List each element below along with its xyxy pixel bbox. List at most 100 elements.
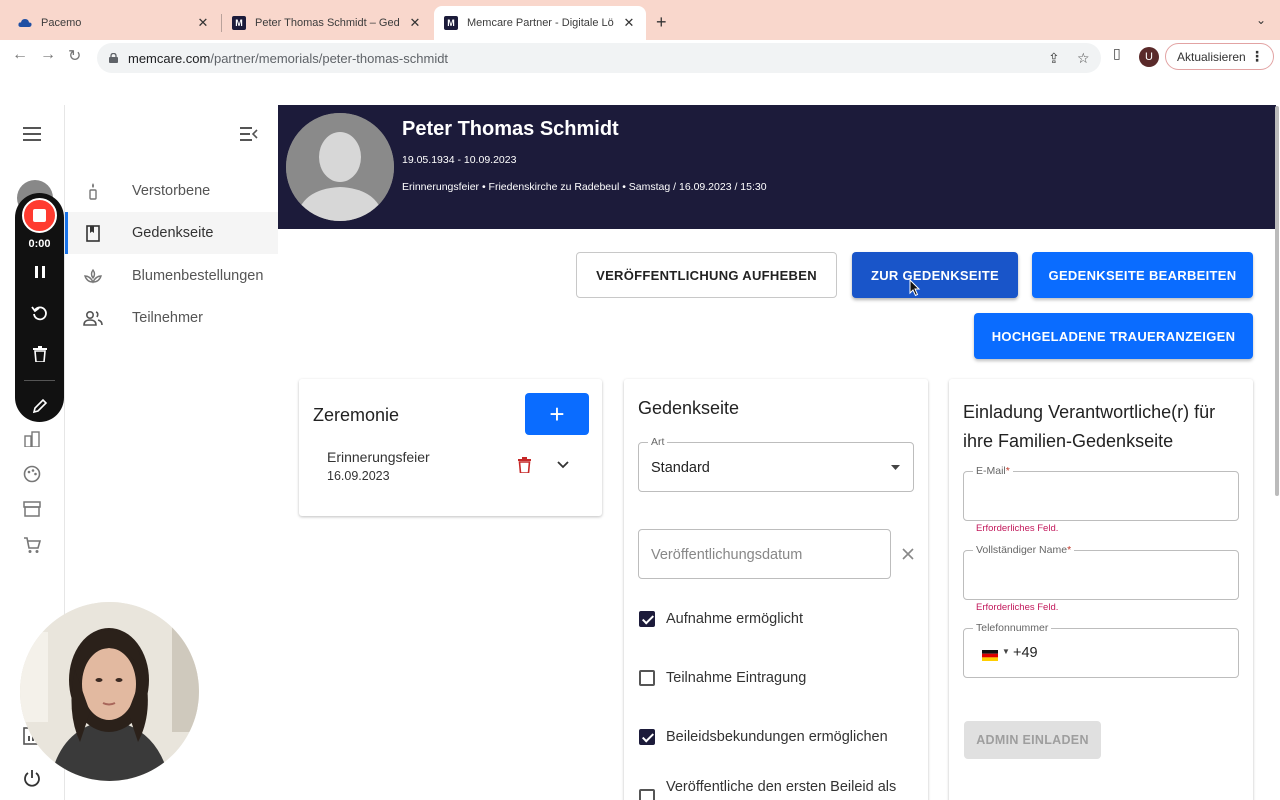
german-flag-icon[interactable]	[982, 648, 998, 661]
memcare-icon: M	[444, 16, 458, 30]
sidebar-item-verstorbene[interactable]: Verstorbene	[65, 170, 278, 212]
browser-tab-memorial[interactable]: M Peter Thomas Schmidt – Gedenkseite ✕	[222, 6, 432, 40]
back-icon[interactable]: ←	[12, 46, 28, 64]
pen-icon[interactable]	[15, 398, 64, 414]
country-dropdown-icon[interactable]: ▼	[1002, 647, 1010, 656]
memcare-icon: M	[232, 16, 246, 30]
checkbox-first-condolence[interactable]	[639, 789, 655, 800]
webcam-feed	[20, 602, 199, 781]
browser-toolbar: ← → ↻ memcare.com/partner/memorials/pete…	[0, 40, 1280, 74]
person-silhouette-icon	[286, 113, 394, 221]
flower-icon	[82, 268, 104, 284]
profile-photo-placeholder	[286, 113, 394, 221]
invite-admin-button[interactable]: ADMIN EINLADEN	[964, 721, 1101, 759]
collapse-menu-icon[interactable]	[240, 127, 258, 141]
store-icon[interactable]	[23, 501, 41, 517]
life-dates: 19.05.1934 - 10.09.2023	[402, 154, 517, 166]
close-tab-icon[interactable]: ✕	[196, 15, 210, 31]
url-text: memcare.com/partner/memorials/peter-thom…	[128, 50, 449, 66]
type-label: Art	[648, 436, 668, 448]
memorial-header: Peter Thomas Schmidt 19.05.1934 - 10.09.…	[278, 105, 1276, 229]
menu-dots-icon[interactable]: ⋮	[1250, 48, 1264, 65]
close-tab-icon[interactable]: ✕	[408, 15, 422, 31]
share-icon[interactable]: ⇪	[1048, 50, 1060, 67]
mouse-cursor-icon	[909, 279, 921, 297]
add-ceremony-button[interactable]: +	[525, 393, 589, 435]
palette-icon[interactable]	[23, 465, 41, 483]
email-label: E-Mail*	[973, 465, 1013, 477]
recording-toolbar: 0:00	[15, 193, 64, 422]
tab-title: Peter Thomas Schmidt – Gedenkseite	[255, 17, 400, 29]
new-tab-icon[interactable]: +	[656, 12, 667, 33]
memorial-settings-card: Gedenkseite Art Standard Veröffentlichun…	[624, 379, 928, 800]
checkbox-label: Veröffentliche den ersten Beileid als	[666, 779, 897, 795]
ceremony-item-date: 16.09.2023	[327, 469, 390, 483]
address-bar[interactable]: memcare.com/partner/memorials/peter-thom…	[97, 43, 1101, 73]
sidebar-item-label: Verstorbene	[132, 183, 211, 199]
book-icon	[82, 224, 104, 242]
ceremony-card: Zeremonie + Erinnerungsfeier 16.09.2023	[299, 379, 602, 516]
publish-date-placeholder: Veröffentlichungsdatum	[651, 547, 803, 563]
unpublish-button[interactable]: VERÖFFENTLICHUNG AUFHEBEN	[576, 252, 837, 298]
uploaded-notices-button[interactable]: HOCHGELADENE TRAUERANZEIGEN	[974, 313, 1253, 359]
forward-icon[interactable]: →	[40, 46, 56, 64]
browser-tabbar: Pacemo ✕ M Peter Thomas Schmidt – Gedenk…	[0, 0, 1280, 40]
invite-title-line1: Einladung Verantwortliche(r) für	[963, 402, 1216, 422]
side-panel-icon[interactable]: ▯	[1113, 45, 1121, 62]
tab-title: Pacemo	[41, 17, 82, 29]
type-select[interactable]: Art Standard	[638, 436, 914, 492]
dropdown-arrow-icon	[891, 465, 900, 470]
tab-search-chevron-icon[interactable]: ⌄	[1256, 13, 1266, 27]
buildings-icon[interactable]	[24, 431, 40, 447]
checkbox-condolences[interactable]	[639, 729, 655, 745]
checkbox-participation[interactable]	[639, 670, 655, 686]
browser-tab-pacemo[interactable]: Pacemo ✕	[8, 6, 220, 40]
scrollbar[interactable]	[1275, 106, 1279, 496]
star-icon[interactable]: ☆	[1077, 50, 1090, 67]
cart-icon[interactable]	[23, 536, 41, 554]
checkbox-label: Beileidsbekundungen ermöglichen	[666, 729, 888, 745]
type-value: Standard	[651, 460, 710, 476]
trash-icon[interactable]	[15, 346, 64, 362]
close-tab-icon[interactable]: ✕	[622, 15, 636, 31]
update-button[interactable]: Aktualisieren ⋮	[1165, 43, 1274, 70]
sidebar-item-gedenkseite[interactable]: Gedenkseite	[65, 212, 278, 254]
pause-icon[interactable]	[15, 266, 64, 278]
full-name-field[interactable]: Vollständiger Name*	[963, 544, 1239, 600]
full-name-label: Vollständiger Name*	[973, 544, 1075, 556]
power-icon[interactable]	[23, 769, 41, 787]
browser-tab-partner[interactable]: M Memcare Partner - Digitale Lösungen ✕	[434, 6, 646, 40]
to-memorial-button[interactable]: ZUR GEDENKSEITE	[852, 252, 1018, 298]
candle-icon	[82, 182, 104, 200]
restart-icon[interactable]	[15, 304, 64, 322]
stop-recording-button[interactable]	[22, 198, 57, 233]
lock-icon	[109, 53, 118, 63]
checkbox-label: Aufnahme ermöglicht	[666, 611, 804, 627]
cloud-icon	[18, 16, 32, 30]
memorial-settings-title: Gedenkseite	[638, 398, 740, 418]
event-info: Erinnerungsfeier • Friedenskirche zu Rad…	[402, 181, 767, 193]
delete-icon[interactable]	[518, 457, 531, 473]
checkbox-label: Teilnahme Eintragung	[666, 670, 807, 686]
sidebar-item-label: Teilnehmer	[132, 310, 203, 326]
phone-label: Telefonnummer	[973, 622, 1052, 634]
invite-title: Einladung Verantwortliche(r) für ihre Fa…	[963, 398, 1215, 456]
clear-icon[interactable]	[902, 548, 914, 560]
edit-memorial-button[interactable]: GEDENKSEITE BEARBEITEN	[1032, 252, 1253, 298]
phone-prefix: +49	[1013, 645, 1038, 661]
sidebar-item-teilnehmer[interactable]: Teilnehmer	[65, 297, 278, 339]
recording-time: 0:00	[28, 238, 51, 250]
publish-date-input[interactable]: Veröffentlichungsdatum	[638, 529, 891, 579]
sidebar-item-label: Blumenbestellungen	[132, 268, 264, 284]
sidebar-item-blumenbestellungen[interactable]: Blumenbestellungen	[65, 255, 278, 297]
email-field[interactable]: E-Mail*	[963, 465, 1239, 521]
phone-field[interactable]: Telefonnummer ▼ +49	[963, 622, 1239, 678]
sidebar-item-label: Gedenkseite	[132, 225, 214, 241]
checkbox-recording[interactable]	[639, 611, 655, 627]
update-label: Aktualisieren	[1177, 49, 1246, 64]
profile-avatar[interactable]: U	[1139, 47, 1159, 67]
hamburger-menu-icon[interactable]	[23, 127, 41, 141]
chevron-down-icon[interactable]	[557, 461, 569, 469]
reload-icon[interactable]: ↻	[68, 46, 81, 66]
invite-title-line2: ihre Familien-Gedenkseite	[963, 431, 1174, 451]
